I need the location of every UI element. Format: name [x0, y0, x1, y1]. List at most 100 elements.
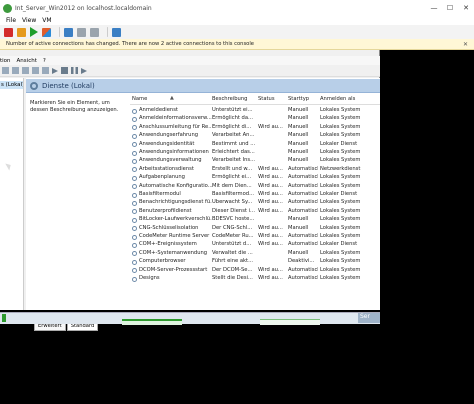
fullscreen-icon[interactable] — [112, 27, 121, 37]
table-cell: BitLocker-Laufwerkverschlü... — [139, 216, 212, 223]
notice-text: Number of active connections has changed… — [6, 41, 254, 47]
table-row[interactable]: CodeMeter Runtime Server CodeMeter Ru... W… — [130, 233, 380, 241]
menu-view[interactable]: View — [22, 17, 36, 24]
window-title: Int_Server_Win2012 on localhost.localdom… — [15, 4, 152, 12]
power-on-icon[interactable] — [30, 27, 38, 37]
table-cell: Benachrichtigungsdienst fü... — [139, 199, 212, 206]
help-icon[interactable] — [42, 67, 49, 74]
table-row[interactable]: DCOM-Server-Prozessstart Der DCOM-Se... Wi… — [130, 267, 380, 275]
minimize-button[interactable]: — — [426, 4, 442, 12]
table-cell: Lokales System — [320, 149, 361, 155]
maximize-button[interactable]: ☐ — [442, 4, 458, 12]
table-cell: Computerbrowser — [139, 258, 186, 265]
table-cell: Lokales System — [320, 266, 361, 273]
restart-service-icon[interactable] — [81, 67, 87, 74]
table-cell: Wird au... — [258, 233, 283, 239]
stop-service-icon[interactable] — [61, 67, 68, 74]
table-cell: Dieser Dienst i... — [212, 207, 255, 214]
table-cell: Anwendungsinformationen — [139, 149, 209, 155]
table-row[interactable]: Designs Stellt die Desi... Wird au... Autom… — [130, 275, 380, 283]
table-cell: Der CNG-Schl... — [212, 224, 253, 231]
table-header: Name ▲ Beschreibung Status Starttyp Anme… — [130, 96, 380, 105]
column-logon[interactable]: Anmelden als — [320, 96, 380, 102]
table-row[interactable]: Arbeitsstationsdienst Erstellt und w... Wi… — [130, 166, 380, 174]
table-row[interactable]: Anwendungsinformationen Erleichtert das..… — [130, 149, 380, 157]
table-cell: Lokales System — [320, 224, 361, 231]
table-cell: Aufgabenplanung — [139, 174, 185, 181]
table-cell: Wird au... — [258, 199, 283, 206]
column-starttype[interactable]: Starttyp — [288, 96, 318, 102]
table-cell: Wird au... — [258, 241, 283, 248]
table-cell: DCOM-Server-Prozessstart — [139, 266, 208, 273]
table-cell: COM+-Systemanwendung — [139, 249, 208, 256]
server-manager-tile[interactable]: Ser — [358, 313, 380, 323]
menu-ansicht[interactable]: Ansicht — [17, 58, 37, 64]
reset-icon[interactable] — [42, 27, 51, 37]
start-service-icon[interactable] — [52, 67, 58, 74]
menu-file[interactable]: File — [6, 17, 16, 24]
console-tree-icon[interactable] — [2, 67, 9, 74]
table-row[interactable]: Benutzerprofildienst Dieser Dienst i... Wi… — [130, 208, 380, 216]
table-row[interactable]: Anwendungsidentität Bestimmt und ... Manue… — [130, 141, 380, 149]
table-row[interactable]: COM+-Systemanwendung Verwaltet die ... Man… — [130, 250, 380, 258]
table-cell: Lokales System — [320, 132, 361, 139]
menu-vm[interactable]: VM — [42, 17, 51, 24]
close-button[interactable]: ✕ — [458, 4, 474, 12]
table-cell: Anmeldeinformationsverw... — [139, 115, 212, 122]
manage-snapshots-icon[interactable] — [90, 27, 99, 37]
table-cell: Lokales System — [320, 157, 361, 164]
pane-header: Dienste (Lokal) — [26, 79, 380, 93]
snapshot-icon[interactable] — [64, 27, 73, 37]
notice-close-icon[interactable]: ✕ — [463, 41, 468, 48]
column-status[interactable]: Status — [258, 96, 286, 102]
table-row[interactable]: Automatische Konfiguratio... Mit dem Dien… — [130, 183, 380, 191]
table-cell: Lokales System — [320, 199, 361, 206]
guest-taskbar — [0, 312, 380, 325]
table-cell: Ermöglicht ei... — [212, 174, 252, 181]
menu-help[interactable]: ? — [43, 58, 46, 64]
table-cell: Wird au... — [258, 165, 283, 172]
menu-action[interactable]: tion — [0, 58, 11, 64]
table-row[interactable]: Anwendungserfahrung Verarbeitet An... Manu… — [130, 132, 380, 140]
refresh-icon[interactable] — [22, 67, 29, 74]
table-cell: Stellt die Desi... — [212, 275, 253, 281]
table-row[interactable]: Basisfiltermodul Basisfiltermod... Wird au… — [130, 191, 380, 199]
table-row[interactable]: Computerbrowser Führt eine akt... Deaktivi… — [130, 258, 380, 266]
taskbar-start-strip — [2, 314, 6, 322]
pause-service-icon[interactable] — [71, 67, 78, 74]
table-cell: Überwacht Sy... — [212, 199, 253, 206]
table-row[interactable]: CNG-Schlüsselisolation Der CNG-Schl... Wir… — [130, 225, 380, 233]
table-cell: Automatisch — [288, 241, 318, 248]
table-cell: Automatisch — [288, 199, 318, 206]
table-row[interactable]: COM+-Ereignissystem Unterstützt d... Wird … — [130, 241, 380, 249]
table-row[interactable]: Aufgabenplanung Ermöglicht ei... Wird au..… — [130, 174, 380, 182]
table-row[interactable]: Benachrichtigungsdienst fü... Überwacht S… — [130, 199, 380, 207]
table-cell: Manuell — [288, 157, 309, 164]
guest-display[interactable]: tion Ansicht ? s (Lokal) Dienste (Lokal)… — [0, 50, 474, 404]
export-icon[interactable] — [32, 67, 39, 74]
table-cell: Anmeldedienst — [139, 107, 178, 113]
table-row[interactable]: Anwendungsverwaltung Verarbeitet Ins... Ma… — [130, 157, 380, 165]
table-row[interactable]: Anschlussumleitung für Re... Ermöglicht d… — [130, 124, 380, 132]
table-cell: Wird au... — [258, 275, 283, 281]
table-cell: Lokales System — [320, 233, 361, 239]
properties-icon[interactable] — [12, 67, 19, 74]
table-row[interactable]: BitLocker-Laufwerkverschlü... BDESVC host… — [130, 216, 380, 224]
taskbar-item[interactable] — [260, 319, 320, 325]
taskbar-item[interactable] — [122, 319, 182, 325]
table-cell: Automatisch — [288, 233, 318, 239]
console-tree: s (Lokal) — [0, 78, 24, 310]
toolbar-separator — [107, 27, 108, 37]
table-cell: Basisfiltermod... — [212, 191, 255, 197]
column-description[interactable]: Beschreibung — [212, 96, 256, 102]
revert-snapshot-icon[interactable] — [77, 27, 86, 37]
table-row[interactable]: Anmeldeinformationsverw... Ermöglicht da.… — [130, 115, 380, 123]
suspend-icon[interactable] — [17, 27, 26, 37]
table-cell: Lokales System — [320, 216, 361, 223]
table-cell: COM+-Ereignissystem — [139, 241, 197, 248]
table-row[interactable]: Anmeldedienst Unterstützt ei... Manuell Lok… — [130, 107, 380, 115]
mmc-toolbar — [0, 65, 380, 77]
power-off-icon[interactable] — [4, 27, 13, 37]
tree-node-services-local[interactable]: s (Lokal) — [0, 81, 23, 89]
table-cell: Manuell — [288, 132, 309, 139]
